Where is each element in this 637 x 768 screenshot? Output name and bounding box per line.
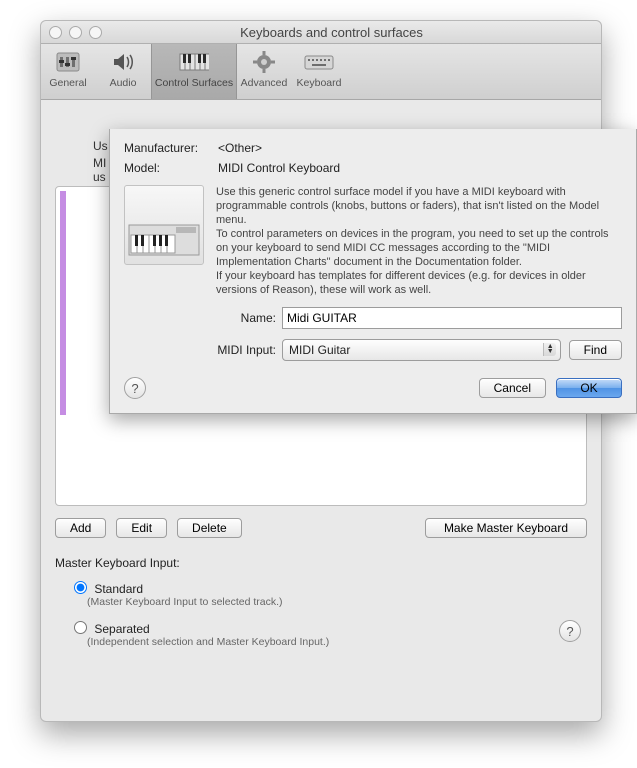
midi-input-popup[interactable]: MIDI Guitar ▲▼ xyxy=(282,339,561,361)
add-device-sheet: Manufacturer: <Other> Model: MIDI Contro… xyxy=(109,129,637,414)
tab-advanced[interactable]: Advanced xyxy=(237,44,292,99)
radio-standard-input[interactable] xyxy=(74,581,87,594)
tab-audio[interactable]: Audio xyxy=(96,44,151,99)
manufacturer-label: Manufacturer: xyxy=(124,141,218,155)
device-image xyxy=(124,185,204,265)
add-button[interactable]: Add xyxy=(55,518,106,538)
speaker-icon xyxy=(108,49,138,75)
titlebar: Keyboards and control surfaces xyxy=(41,21,601,44)
radio-standard[interactable]: Standard xyxy=(69,582,143,596)
close-window-button[interactable] xyxy=(49,26,62,39)
window-title: Keyboards and control surfaces xyxy=(62,25,601,40)
cancel-button[interactable]: Cancel xyxy=(479,378,546,398)
model-value: MIDI Control Keyboard xyxy=(218,161,340,175)
ok-button[interactable]: OK xyxy=(556,378,622,398)
help-button[interactable]: ? xyxy=(559,620,581,642)
model-label: Model: xyxy=(124,161,218,175)
chevron-up-down-icon: ▲▼ xyxy=(547,344,554,354)
name-label: Name: xyxy=(124,311,276,325)
tab-keyboard[interactable]: Keyboard xyxy=(292,44,347,99)
preferences-window: Keyboards and control surfaces General A… xyxy=(40,20,602,722)
name-input[interactable] xyxy=(282,307,622,329)
delete-button[interactable]: Delete xyxy=(177,518,242,538)
master-keyboard-input-label: Master Keyboard Input: xyxy=(55,556,587,570)
radio-separated[interactable]: Separated xyxy=(69,622,150,636)
tab-control-surfaces[interactable]: Control Surfaces xyxy=(151,44,237,99)
manufacturer-value: <Other> xyxy=(218,141,262,155)
make-master-keyboard-button[interactable]: Make Master Keyboard xyxy=(425,518,587,538)
tab-general[interactable]: General xyxy=(41,44,96,99)
device-list-selection[interactable] xyxy=(60,191,66,415)
radio-separated-sub: (Independent selection and Master Keyboa… xyxy=(87,636,587,648)
keyboard-icon xyxy=(304,49,334,75)
midi-input-label: MIDI Input: xyxy=(124,343,276,357)
radio-separated-input[interactable] xyxy=(74,621,87,634)
sheet-help-button[interactable]: ? xyxy=(124,377,146,399)
find-button[interactable]: Find xyxy=(569,340,622,360)
radio-standard-sub: (Master Keyboard Input to selected track… xyxy=(87,596,587,608)
prefs-toolbar: General Audio Control Surfaces Advanced … xyxy=(41,44,601,100)
edit-button[interactable]: Edit xyxy=(116,518,167,538)
gear-icon xyxy=(249,49,279,75)
device-description: Use this generic control surface model i… xyxy=(216,185,622,297)
sliders-icon xyxy=(53,49,83,75)
piano-icon xyxy=(179,49,209,75)
